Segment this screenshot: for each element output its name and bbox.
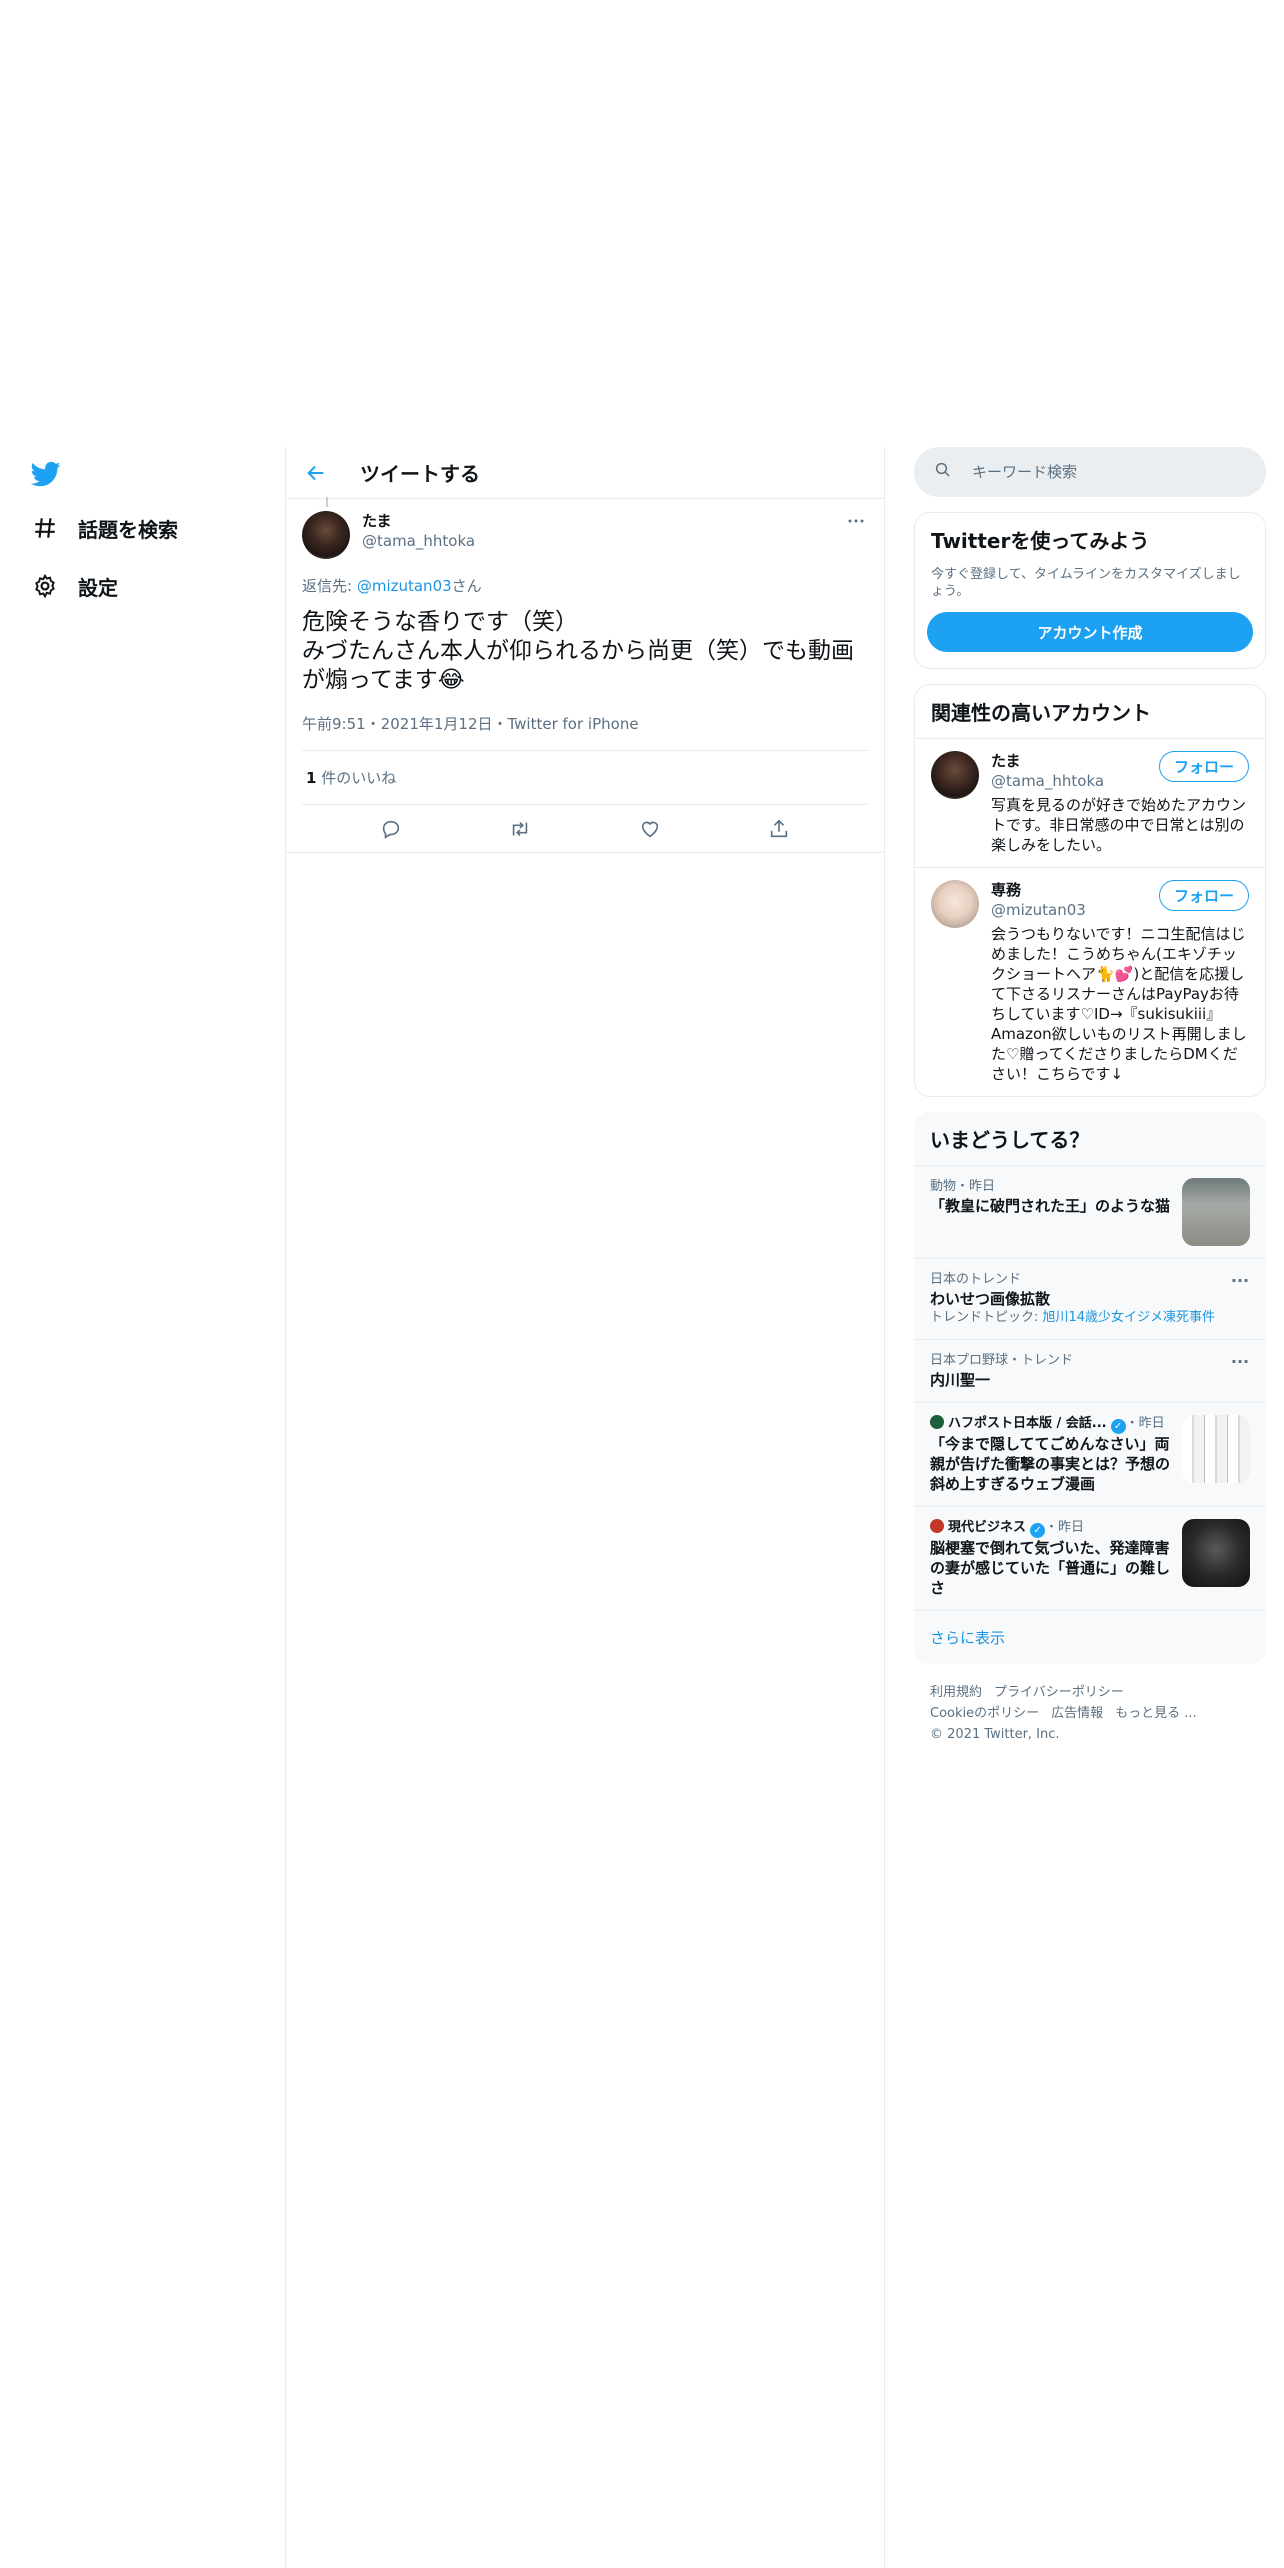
trend-title: 「今まで隠しててごめんなさい」両親が告げた衝撃の事実とは？予想の斜め上すぎるウェ… bbox=[930, 1435, 1171, 1493]
search-icon bbox=[934, 461, 952, 483]
trend-title: 「教皇に破門された王」のような猫 bbox=[930, 1197, 1171, 1215]
footer-link-cookies[interactable]: Cookieのポリシー bbox=[930, 1706, 1039, 1721]
share-icon[interactable] bbox=[768, 818, 790, 840]
retweet-icon[interactable] bbox=[509, 818, 531, 840]
avatar[interactable] bbox=[302, 511, 350, 559]
author-handle[interactable]: @tama_hhtoka bbox=[362, 531, 844, 551]
signup-title: Twitterを使ってみよう bbox=[931, 529, 1150, 553]
trend-meta: 日本プロ野球・トレンド bbox=[930, 1353, 1074, 1368]
back-arrow-icon[interactable] bbox=[304, 461, 328, 485]
trend-source-time: ・昨日 bbox=[1125, 1416, 1165, 1431]
trend-meta: 動物・昨日 bbox=[930, 1179, 996, 1194]
main-header: ツイートする bbox=[286, 447, 884, 499]
reply-icon[interactable] bbox=[380, 818, 402, 840]
like-heart-icon[interactable] bbox=[639, 818, 661, 840]
trends-title: いまどうしてる？ bbox=[930, 1128, 1090, 1152]
gear-icon bbox=[32, 573, 58, 599]
signup-description: 今すぐ登録して、タイムラインをカスタマイズしましょう。 bbox=[931, 567, 1241, 599]
trend-source-name: ハフポスト日本版 / 会話... bbox=[948, 1416, 1107, 1431]
trend-thumbnail bbox=[1182, 1415, 1250, 1483]
related-accounts-card: 関連性の高いアカウント たま @tama_hhtoka フォロー 写真を見るのが… bbox=[914, 684, 1266, 1097]
create-account-button[interactable]: アカウント作成 bbox=[927, 612, 1253, 652]
trend-item[interactable]: ハフポスト日本版 / 会話... ✓ ・昨日 「今まで隠しててごめんなさい」両親が告… bbox=[914, 1402, 1266, 1506]
footer: 利用規約 プライバシーポリシー Cookieのポリシー 広告情報 もっと見る ... … bbox=[914, 1664, 1266, 1763]
trend-thumbnail bbox=[1182, 1519, 1250, 1587]
likes-number: 1 bbox=[306, 769, 317, 787]
likes-count[interactable]: 1 件のいいね bbox=[302, 751, 868, 805]
publisher-logo-icon bbox=[930, 1415, 944, 1429]
tweet-detail: たま @tama_hhtoka 返信先: @mizutan03さん 危険そうな香… bbox=[286, 497, 884, 853]
more-options-icon[interactable] bbox=[844, 511, 868, 531]
trend-source: 現代ビジネス ✓ ・昨日 bbox=[930, 1519, 1170, 1538]
twitter-logo-icon[interactable] bbox=[30, 459, 61, 489]
nav-explore-label: 話題を検索 bbox=[78, 517, 178, 542]
right-sidebar: Twitterを使ってみよう 今すぐ登録して、タイムラインをカスタマイズしましょ… bbox=[914, 447, 1266, 1763]
avatar[interactable] bbox=[931, 880, 979, 928]
trend-title: 内川聖一 bbox=[930, 1371, 991, 1389]
tweet-actions bbox=[286, 805, 884, 853]
publisher-logo-icon bbox=[930, 1519, 944, 1533]
hashtag-icon bbox=[32, 515, 58, 541]
trend-item[interactable]: 日本のトレンド わいせつ画像拡散 トレンドトピック: 旭川14歳少女イジメ凍死事… bbox=[914, 1258, 1266, 1339]
verified-badge-icon: ✓ bbox=[1030, 1523, 1046, 1538]
account-item[interactable]: たま @tama_hhtoka フォロー 写真を見るのが好きで始めたアカウントで… bbox=[915, 738, 1265, 867]
trend-topic-link[interactable]: 旭川14歳少女イジメ凍死事件 bbox=[1043, 1310, 1216, 1325]
avatar[interactable] bbox=[931, 751, 979, 799]
more-options-icon[interactable]: ··· bbox=[1230, 1352, 1250, 1390]
search-input[interactable] bbox=[972, 463, 1232, 481]
trend-source-time: ・昨日 bbox=[1045, 1520, 1085, 1535]
account-item[interactable]: 専務 @mizutan03 フォロー 会うつもりないです！ニコ生配信はじめました… bbox=[915, 867, 1265, 1096]
nav-explore[interactable]: 話題を検索 bbox=[32, 508, 178, 548]
author-name[interactable]: たま bbox=[362, 511, 844, 531]
tweet-timestamp[interactable]: 午前9:51・2021年1月12日・Twitter for iPhone bbox=[302, 713, 868, 751]
copyright: © 2021 Twitter, Inc. bbox=[930, 1727, 1060, 1742]
trend-thumbnail bbox=[1182, 1178, 1250, 1246]
trend-source: ハフポスト日本版 / 会話... ✓ ・昨日 bbox=[930, 1415, 1170, 1434]
trend-meta: 日本のトレンド bbox=[930, 1272, 1022, 1287]
follow-button[interactable]: フォロー bbox=[1158, 751, 1249, 782]
account-name[interactable]: たま bbox=[991, 751, 1104, 771]
trend-topic-prefix: トレンドトピック: bbox=[930, 1310, 1043, 1325]
account-name[interactable]: 専務 bbox=[991, 880, 1086, 900]
reply-mention-link[interactable]: @mizutan03 bbox=[357, 577, 452, 595]
verified-badge-icon: ✓ bbox=[1110, 1419, 1126, 1434]
thread-line bbox=[326, 497, 328, 507]
page-title: ツイートする bbox=[360, 462, 480, 486]
trend-item[interactable]: 動物・昨日 「教皇に破門された王」のような猫 bbox=[914, 1165, 1266, 1258]
trend-item[interactable]: 日本プロ野球・トレンド 内川聖一 ··· bbox=[914, 1339, 1266, 1402]
footer-link-terms[interactable]: 利用規約 bbox=[930, 1685, 982, 1700]
nav-settings[interactable]: 設定 bbox=[32, 566, 118, 606]
trend-topic: トレンドトピック: 旭川14歳少女イジメ凍死事件 bbox=[930, 1309, 1230, 1327]
tweet-text: 危険そうな香りです（笑） みづたんさん本人が仰られるから尚更（笑）でも動画が煽っ… bbox=[302, 609, 854, 693]
account-bio: 会うつもりないです！ニコ生配信はじめました！こうめちゃん(エキゾチックショートヘ… bbox=[991, 925, 1247, 1083]
reply-to: 返信先: @mizutan03さん bbox=[302, 575, 868, 596]
tweet-author[interactable]: たま @tama_hhtoka bbox=[362, 511, 844, 551]
account-handle: @tama_hhtoka bbox=[991, 772, 1105, 790]
main-column: ツイートする たま @tama_hhtoka 返信先: @mizutan03さん… bbox=[285, 447, 885, 2568]
footer-link-more[interactable]: もっと見る ... bbox=[1115, 1706, 1197, 1721]
trend-item[interactable]: 現代ビジネス ✓ ・昨日 脳梗塞で倒れて気づいた、発達障害の妻が感じていた「普通に」… bbox=[914, 1506, 1266, 1610]
nav-settings-label: 設定 bbox=[78, 575, 118, 600]
trend-source-name: 現代ビジネス bbox=[948, 1520, 1027, 1535]
likes-label: 件のいいね bbox=[316, 769, 397, 787]
account-handle: @mizutan03 bbox=[991, 901, 1086, 919]
show-more-link[interactable]: さらに表示 bbox=[914, 1610, 1266, 1664]
trends-card: いまどうしてる？ 動物・昨日 「教皇に破門された王」のような猫 日本のトレンド … bbox=[914, 1112, 1266, 1664]
search-box[interactable] bbox=[914, 447, 1266, 497]
reply-suffix: さん bbox=[451, 577, 482, 595]
footer-link-ads[interactable]: 広告情報 bbox=[1051, 1706, 1103, 1721]
trend-title: 脳梗塞で倒れて気づいた、発達障害の妻が感じていた「普通に」の難しさ bbox=[930, 1539, 1171, 1597]
account-bio: 写真を見るのが好きで始めたアカウントです。非日常感の中で日常とは別の楽しみをした… bbox=[991, 796, 1247, 854]
related-accounts-title: 関連性の高いアカウント bbox=[931, 701, 1151, 725]
reply-prefix: 返信先: bbox=[302, 577, 357, 595]
follow-button[interactable]: フォロー bbox=[1158, 880, 1249, 911]
trend-title: わいせつ画像拡散 bbox=[930, 1290, 1051, 1308]
footer-link-privacy[interactable]: プライバシーポリシー bbox=[994, 1685, 1124, 1700]
signup-card: Twitterを使ってみよう 今すぐ登録して、タイムラインをカスタマイズしましょ… bbox=[914, 512, 1266, 669]
more-options-icon[interactable]: ··· bbox=[1230, 1271, 1250, 1327]
